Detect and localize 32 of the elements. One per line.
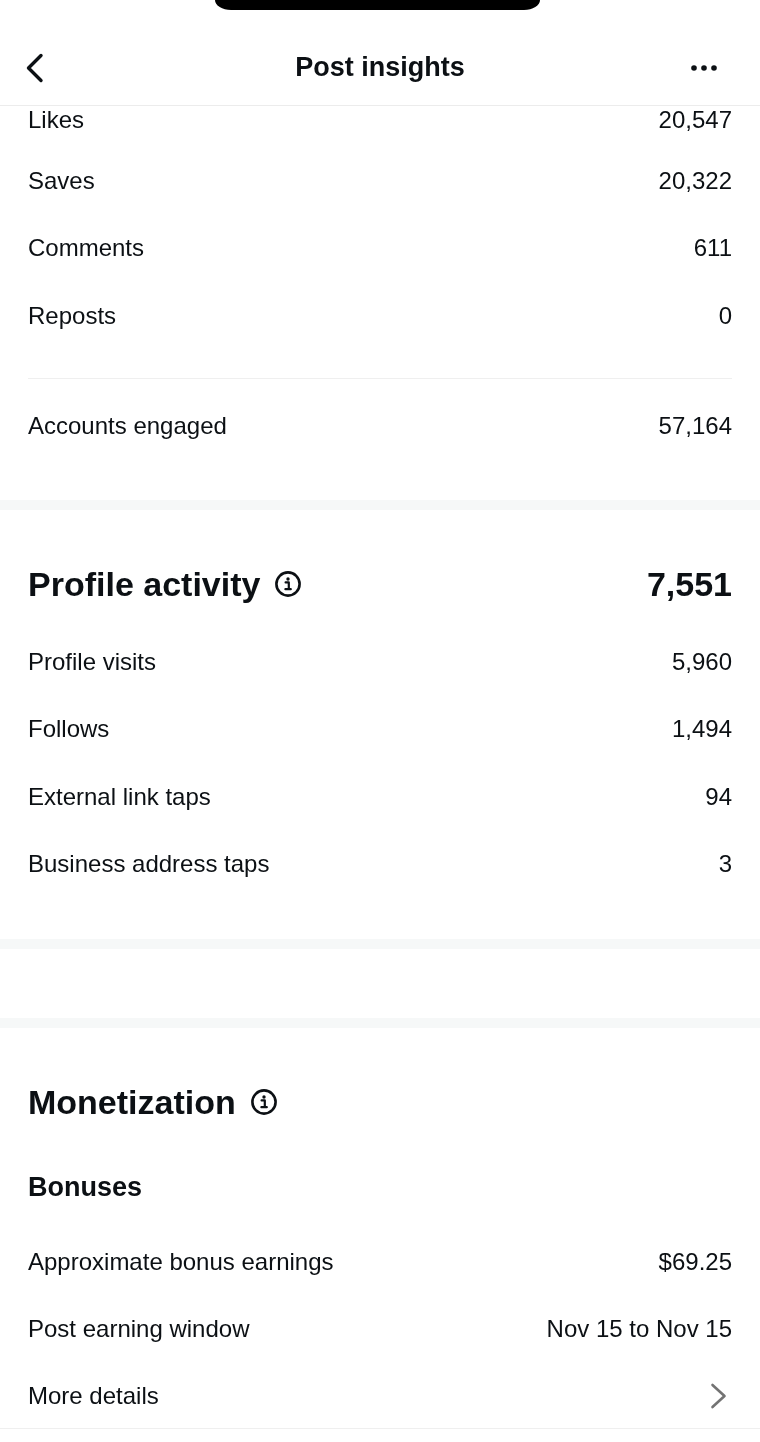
more-details-link[interactable]: More details — [0, 1363, 760, 1429]
section-total: 7,551 — [646, 563, 732, 605]
metric-value: 94 — [705, 782, 732, 811]
metric-value: 3 — [718, 850, 732, 879]
metric-value: 1,494 — [671, 715, 732, 744]
subsection-title: Bonuses — [28, 1171, 143, 1204]
page-title: Post insights — [295, 51, 465, 84]
metric-value: 0 — [718, 301, 732, 330]
section-title: Monetization — [28, 1081, 236, 1123]
metric-label: Saves — [28, 166, 95, 195]
chevron-right-icon — [710, 1382, 727, 1409]
metric-label: Follows — [28, 715, 110, 744]
metric-label: Post earning window — [28, 1315, 250, 1344]
metric-label: Business address taps — [28, 850, 270, 879]
info-icon — [275, 571, 302, 597]
metric-value: $69.25 — [658, 1247, 732, 1276]
metric-label: External link taps — [28, 782, 211, 811]
more-icon — [691, 64, 717, 71]
metric-value: 5,960 — [671, 647, 732, 676]
metric-label: Approximate bonus earnings — [28, 1247, 334, 1276]
metric-label: Profile visits — [28, 647, 157, 676]
metric-label: Likes — [28, 106, 85, 134]
metric-value: Nov 15 to Nov 15 — [546, 1315, 732, 1344]
metric-value: 20,322 — [658, 166, 732, 195]
metric-value: 611 — [693, 234, 732, 263]
info-icon — [250, 1089, 277, 1115]
metric-label: Comments — [28, 234, 145, 263]
section-title: Profile activity — [28, 563, 261, 605]
metric-value: 20,547 — [658, 106, 732, 134]
metric-value: 57,164 — [658, 412, 732, 441]
metric-label: Accounts engaged — [28, 412, 227, 441]
metric-label: Reposts — [28, 301, 117, 330]
